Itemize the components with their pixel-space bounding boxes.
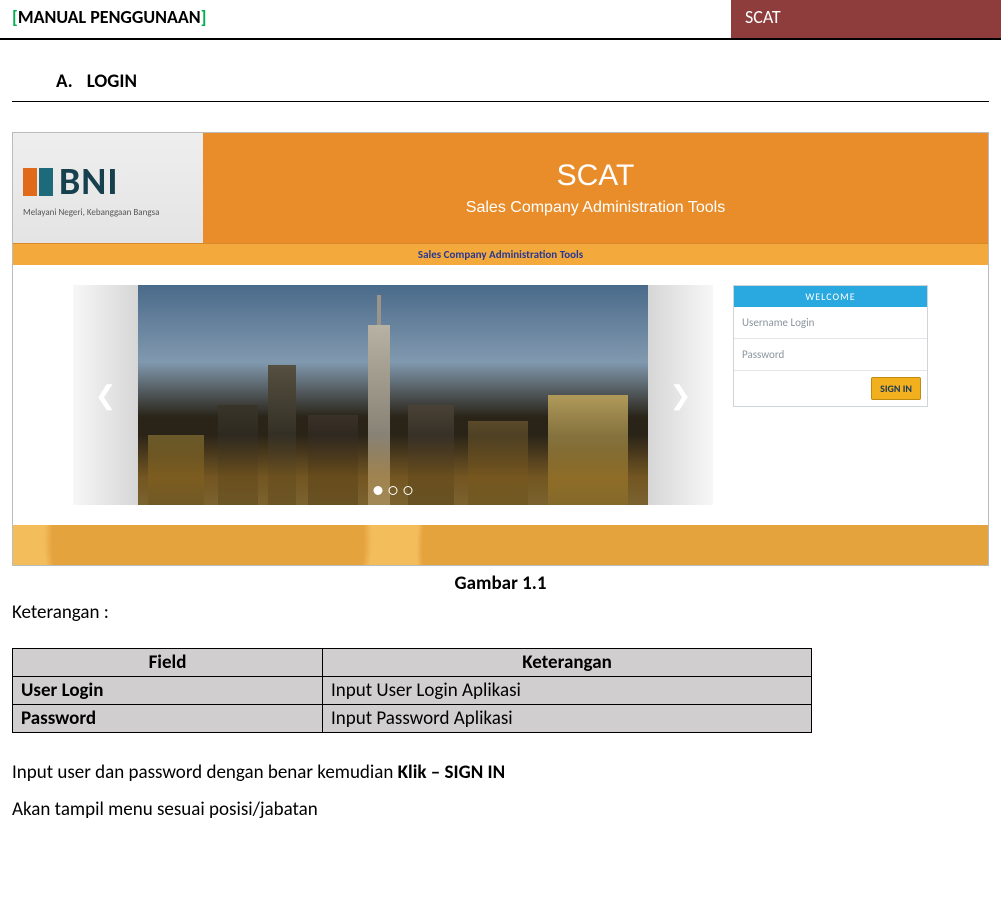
- keterangan-label: Keterangan :: [12, 601, 989, 624]
- table-header-keterangan: Keterangan: [323, 649, 812, 677]
- banner-title: SCAT: [557, 159, 635, 193]
- chevron-left-icon: ❮: [95, 379, 117, 411]
- doc-title-text: MANUAL PENGGUNAAN: [18, 6, 201, 28]
- doc-tag: SCAT: [731, 0, 1001, 38]
- page-header: [MANUAL PENGGUNAAN] SCAT: [0, 0, 1001, 40]
- field-table: Field Keterangan User Login Input User L…: [12, 648, 812, 733]
- logo-mark-icon: [23, 168, 53, 196]
- table-cell-field: Password: [13, 705, 323, 733]
- carousel-next-button[interactable]: ❯: [648, 285, 713, 505]
- section-title: LOGIN: [87, 70, 137, 93]
- instruction-bold: Klik – SIGN IN: [398, 761, 505, 784]
- banner: BNI Melayani Negeri, Kebanggaan Bangsa S…: [13, 133, 988, 243]
- figure-caption: Gambar 1.1: [0, 572, 1001, 595]
- carousel-dot[interactable]: [374, 486, 383, 495]
- table-cell-desc: Input Password Aplikasi: [323, 705, 812, 733]
- carousel-image: [138, 285, 648, 505]
- logo-area: BNI Melayani Negeri, Kebanggaan Bangsa: [13, 133, 203, 243]
- sub-bar: Sales Company Administration Tools: [13, 243, 988, 265]
- login-panel: WELCOME Username Login Password SIGN IN: [733, 285, 928, 407]
- carousel-row: ❮ ❯ WELCOME Username Login Password: [13, 265, 988, 505]
- table-row: Password Input Password Aplikasi: [13, 705, 812, 733]
- section-underline: [12, 101, 989, 102]
- carousel-prev-button[interactable]: ❮: [73, 285, 138, 505]
- banner-right: SCAT Sales Company Administration Tools: [203, 133, 988, 243]
- login-screenshot: BNI Melayani Negeri, Kebanggaan Bangsa S…: [12, 132, 989, 566]
- section-marker: A.: [56, 70, 73, 93]
- table-row: User Login Input User Login Aplikasi: [13, 677, 812, 705]
- banner-subtitle: Sales Company Administration Tools: [466, 199, 725, 217]
- logo-text: BNI: [59, 159, 118, 205]
- section-heading: A. LOGIN: [56, 70, 945, 93]
- username-input[interactable]: Username Login: [734, 307, 927, 339]
- carousel-dots: [374, 486, 413, 495]
- doc-title: [MANUAL PENGGUNAAN]: [0, 0, 731, 38]
- carousel-dot[interactable]: [404, 486, 413, 495]
- sign-in-button[interactable]: SIGN IN: [871, 377, 921, 400]
- instruction-pre: Input user dan password dengan benar kem…: [12, 761, 398, 784]
- note-paragraph: Akan tampil menu sesuai posisi/jabatan: [12, 798, 989, 821]
- chevron-right-icon: ❯: [670, 379, 692, 411]
- bracket-right: ]: [201, 6, 207, 28]
- table-header-field: Field: [13, 649, 323, 677]
- instruction-paragraph: Input user dan password dengan benar kem…: [12, 761, 989, 784]
- carousel-dot[interactable]: [389, 486, 398, 495]
- table-cell-desc: Input User Login Aplikasi: [323, 677, 812, 705]
- password-input[interactable]: Password: [734, 339, 927, 371]
- welcome-label: WELCOME: [734, 286, 927, 307]
- logo-subtext: Melayani Negeri, Kebanggaan Bangsa: [23, 207, 193, 218]
- table-cell-field: User Login: [13, 677, 323, 705]
- map-strip: [13, 525, 988, 565]
